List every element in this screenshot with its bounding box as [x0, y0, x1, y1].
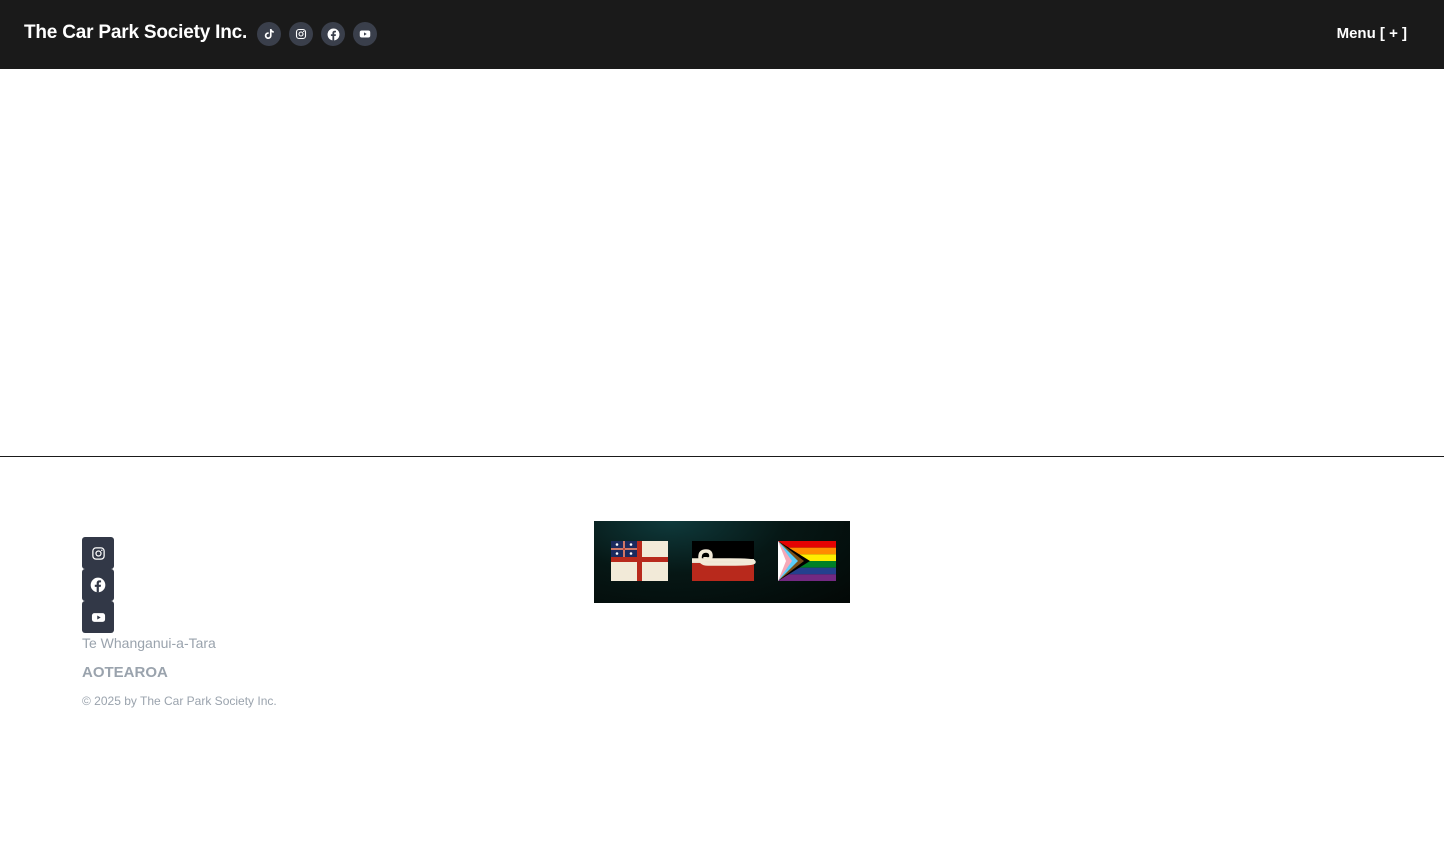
instagram-link[interactable] [289, 22, 313, 46]
progress-pride-flag [778, 541, 836, 581]
facebook-link[interactable] [321, 22, 345, 46]
footer-instagram-link[interactable] [82, 537, 114, 569]
menu-button[interactable]: Menu [ + ] [1337, 25, 1407, 42]
footer-copyright: © 2025 by The Car Park Society Inc. [82, 694, 277, 708]
instagram-icon [91, 546, 105, 560]
footer-country: AOTEAROA [82, 664, 168, 681]
flags-banner [594, 521, 850, 603]
youtube-icon [359, 30, 371, 38]
section-divider [0, 456, 1444, 457]
tino-rangatiratanga-flag [692, 541, 756, 581]
tiktok-icon [264, 29, 274, 39]
instagram-icon [295, 28, 307, 40]
footer-youtube-link[interactable] [82, 601, 114, 633]
footer-facebook-link[interactable] [82, 569, 114, 601]
footer-place: Te Whanganui-a-Tara [82, 635, 216, 651]
united-tribes-flag [611, 541, 668, 581]
flags-image [611, 541, 836, 581]
site-header: The Car Park Society Inc. Menu [+] [0, 0, 1444, 69]
tiktok-link[interactable] [257, 22, 281, 46]
site-title-link[interactable]: The Car Park Society Inc. [24, 22, 247, 44]
header-social-links [257, 22, 377, 46]
facebook-icon [327, 28, 339, 40]
youtube-link[interactable] [353, 22, 377, 46]
youtube-icon [91, 612, 105, 622]
footer-social-links [82, 537, 114, 633]
facebook-icon [90, 577, 106, 593]
